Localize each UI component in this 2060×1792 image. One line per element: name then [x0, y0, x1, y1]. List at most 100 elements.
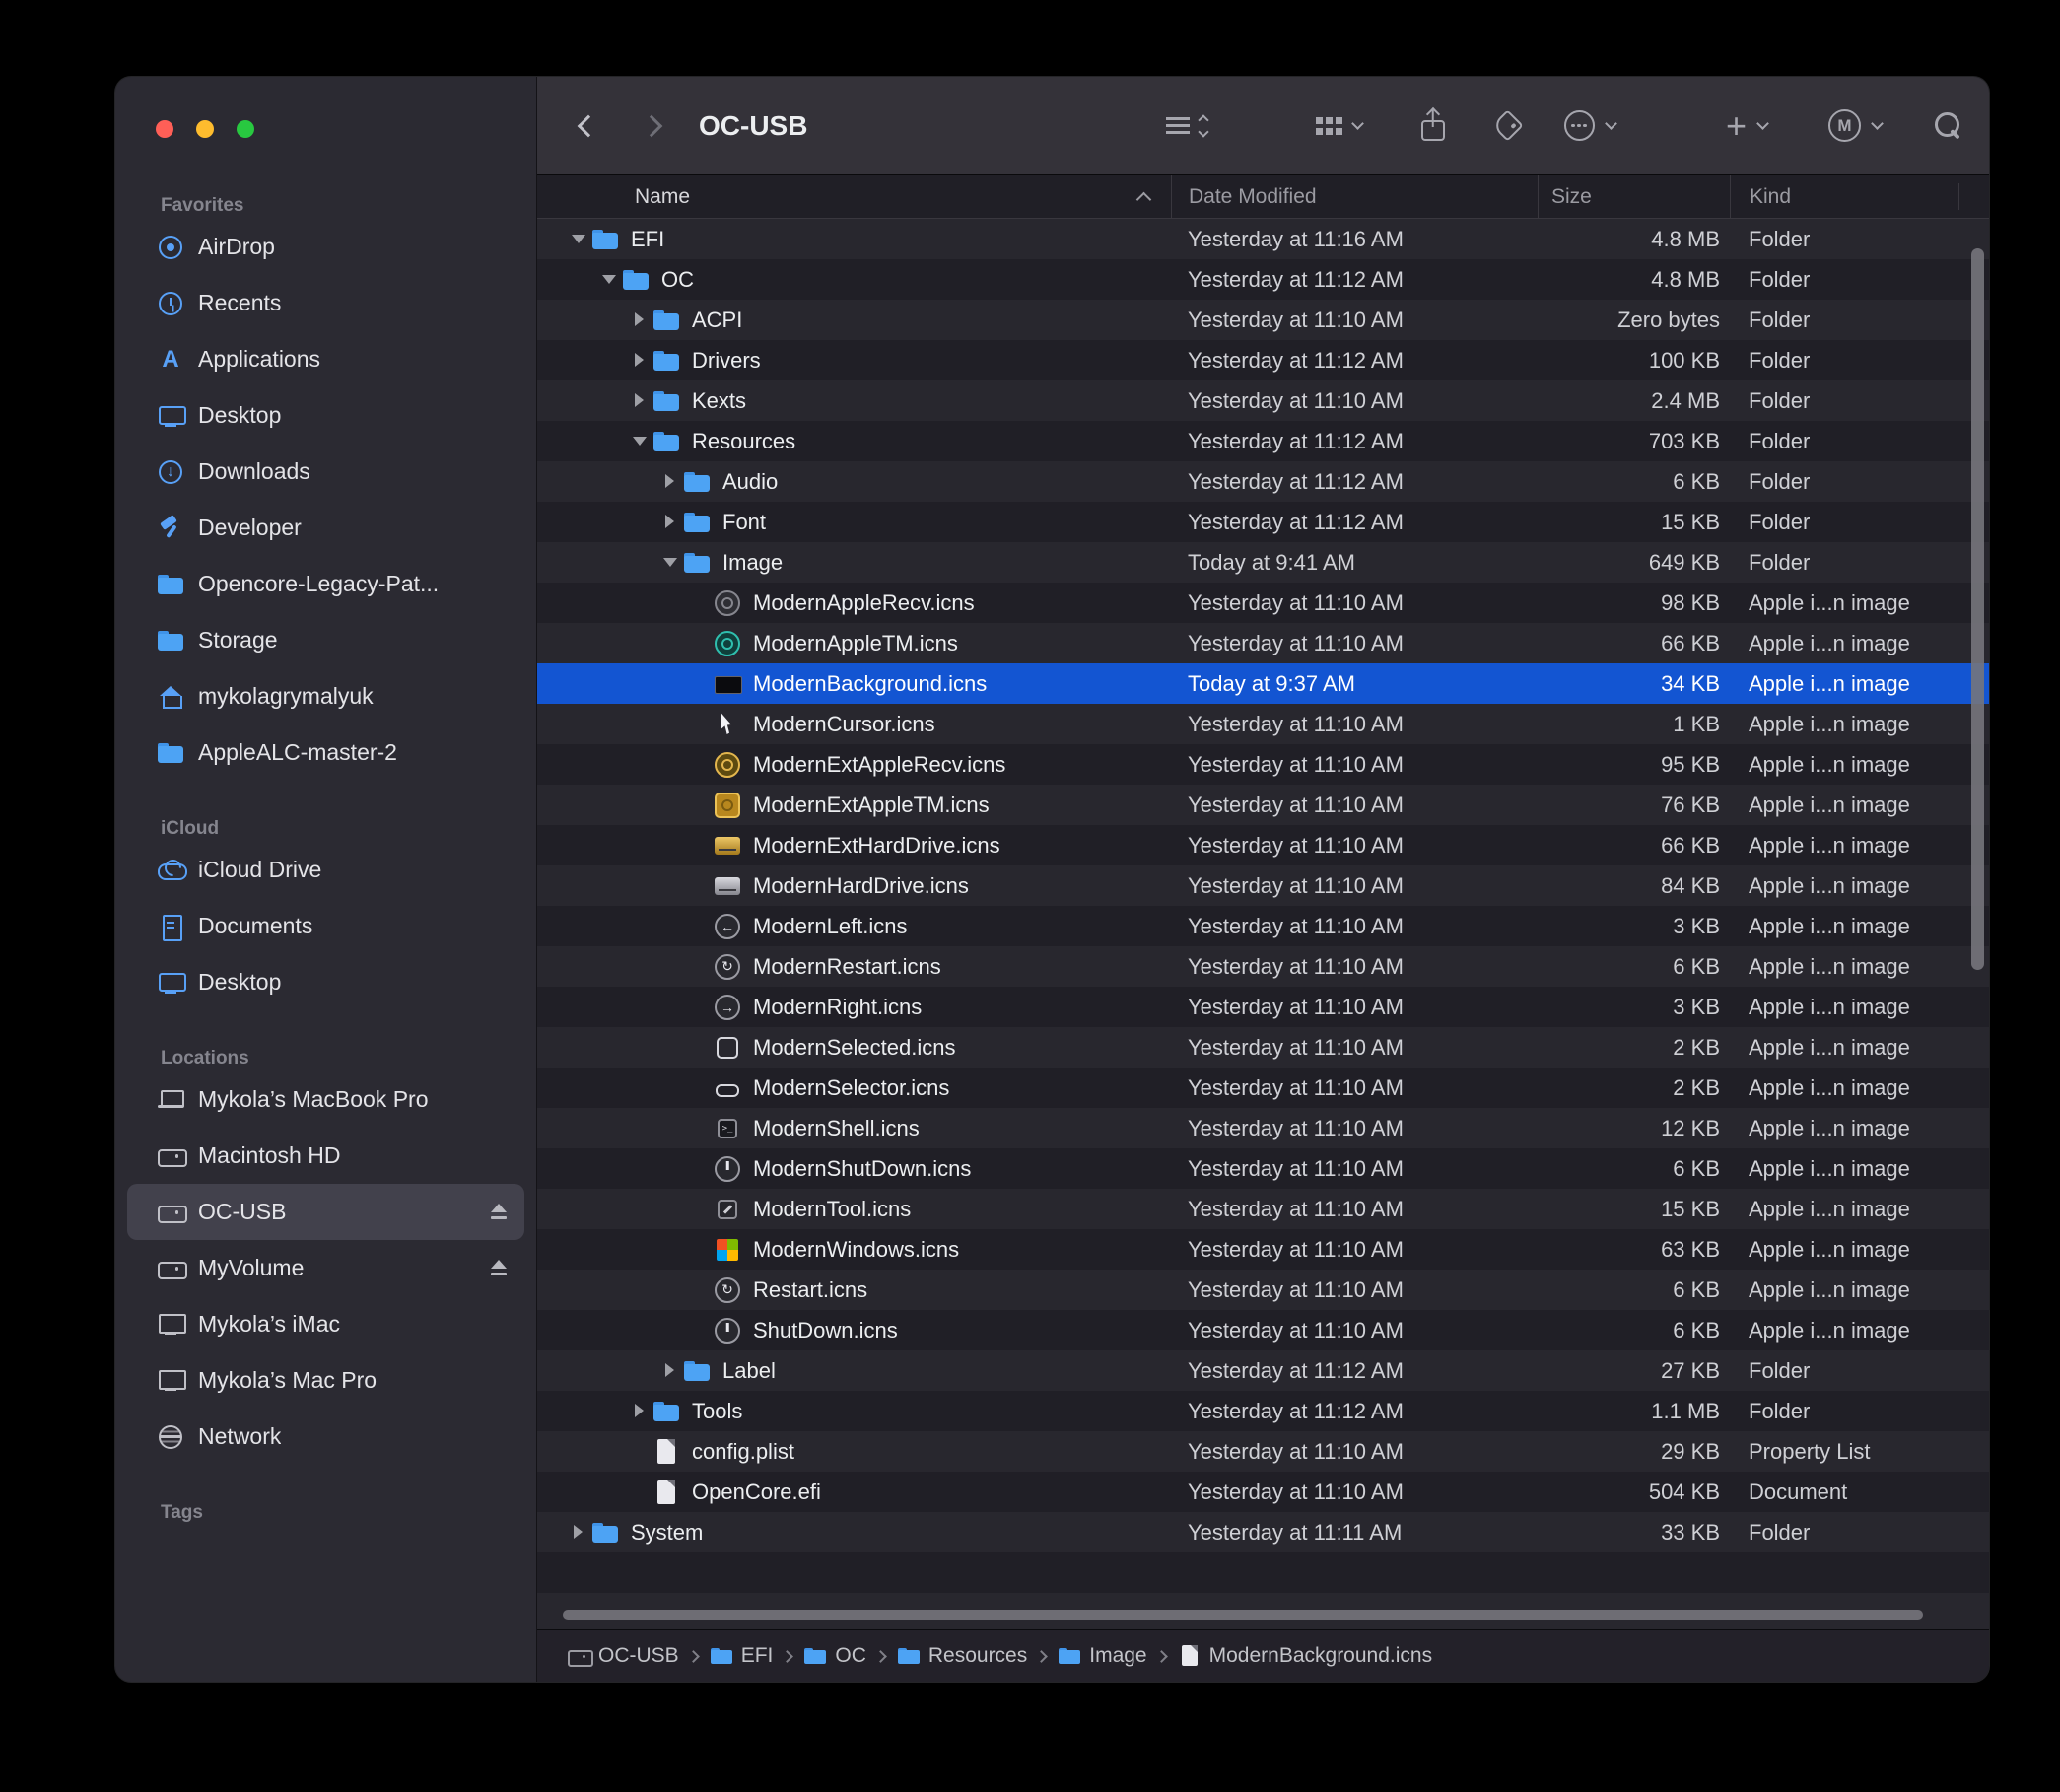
file-row[interactable]: ModernShell.icnsYesterday at 11:10 AM12 …: [537, 1108, 1989, 1148]
column-header-name[interactable]: Name: [537, 175, 1171, 218]
file-row[interactable]: ModernExtAppleRecv.icnsYesterday at 11:1…: [537, 744, 1989, 785]
disclosure-triangle[interactable]: [658, 502, 684, 542]
file-row[interactable]: ModernAppleRecv.icnsYesterday at 11:10 A…: [537, 583, 1989, 623]
column-header-date-modified[interactable]: Date Modified: [1171, 175, 1538, 218]
zoom-button[interactable]: [237, 120, 254, 138]
file-row[interactable]: ModernCursor.icnsYesterday at 11:10 AM1 …: [537, 704, 1989, 744]
disclosure-triangle[interactable]: [567, 1512, 592, 1552]
sidebar-item-applications[interactable]: Applications: [127, 331, 524, 387]
sidebar-item-desktop[interactable]: Desktop: [127, 954, 524, 1010]
sidebar-item-mykola-s-macbook-pro[interactable]: Mykola’s MacBook Pro: [127, 1071, 524, 1128]
sidebar-item-macintosh-hd[interactable]: Macintosh HD: [127, 1128, 524, 1184]
list-view-icon: [1166, 117, 1190, 134]
file-size: 6 KB: [1538, 469, 1730, 495]
group-button[interactable]: [1316, 123, 1362, 128]
file-row[interactable]: ModernExtAppleTM.icnsYesterday at 11:10 …: [537, 785, 1989, 825]
minimize-button[interactable]: [196, 120, 214, 138]
disclosure-triangle[interactable]: [628, 421, 653, 461]
sidebar-item-downloads[interactable]: Downloads: [127, 444, 524, 500]
path-item-oc-usb[interactable]: OC-USB: [567, 1644, 679, 1668]
file-kind: Folder: [1730, 1358, 1989, 1384]
vertical-scrollbar[interactable]: [1971, 248, 1984, 970]
disclosure-triangle[interactable]: [628, 340, 653, 380]
file-row[interactable]: config.plistYesterday at 11:10 AM29 KBPr…: [537, 1431, 1989, 1472]
sidebar-item-storage[interactable]: Storage: [127, 612, 524, 668]
file-name: OpenCore.efi: [692, 1480, 821, 1505]
forward-button[interactable]: [644, 118, 659, 134]
tags-button[interactable]: [1491, 109, 1524, 142]
file-row[interactable]: ModernHardDrive.icnsYesterday at 11:10 A…: [537, 865, 1989, 906]
sidebar-item-applealc-master-2[interactable]: AppleALC-master-2: [127, 724, 524, 781]
new-item-button[interactable]: [1726, 112, 1747, 140]
more-actions-button[interactable]: [1564, 110, 1595, 141]
disclosure-triangle[interactable]: [597, 259, 623, 300]
file-row[interactable]: AudioYesterday at 11:12 AM6 KBFolder: [537, 461, 1989, 502]
eject-icon[interactable]: [487, 1201, 511, 1224]
sidebar-item-mykola-s-imac[interactable]: Mykola’s iMac: [127, 1296, 524, 1352]
close-button[interactable]: [156, 120, 173, 138]
file-row[interactable]: ModernSelector.icnsYesterday at 11:10 AM…: [537, 1068, 1989, 1108]
sidebar-item-icloud-drive[interactable]: iCloud Drive: [127, 842, 524, 898]
column-header-kind[interactable]: Kind: [1730, 175, 1989, 218]
file-row[interactable]: ShutDown.icnsYesterday at 11:10 AM6 KBAp…: [537, 1310, 1989, 1350]
file-row[interactable]: ModernRight.icnsYesterday at 11:10 AM3 K…: [537, 987, 1989, 1027]
sidebar-item-airdrop[interactable]: AirDrop: [127, 219, 524, 275]
file-row[interactable]: ModernAppleTM.icnsYesterday at 11:10 AM6…: [537, 623, 1989, 663]
file-row[interactable]: ModernWindows.icnsYesterday at 11:10 AM6…: [537, 1229, 1989, 1270]
file-row[interactable]: KextsYesterday at 11:10 AM2.4 MBFolder: [537, 380, 1989, 421]
file-row[interactable]: ModernBackground.icnsToday at 9:37 AM34 …: [537, 663, 1989, 704]
share-button[interactable]: [1419, 109, 1447, 143]
file-row[interactable]: OCYesterday at 11:12 AM4.8 MBFolder: [537, 259, 1989, 300]
disclosure-triangle[interactable]: [658, 1350, 684, 1391]
path-item-modernbackground-icns[interactable]: ModernBackground.icns: [1178, 1644, 1432, 1668]
file-row[interactable]: ModernLeft.icnsYesterday at 11:10 AM3 KB…: [537, 906, 1989, 946]
sidebar-item-mykolagrymalyuk[interactable]: mykolagrymalyuk: [127, 668, 524, 724]
file-row[interactable]: FontYesterday at 11:12 AM15 KBFolder: [537, 502, 1989, 542]
file-row[interactable]: SystemYesterday at 11:11 AM33 KBFolder: [537, 1512, 1989, 1552]
eject-icon[interactable]: [487, 1257, 511, 1280]
file-date: Yesterday at 11:10 AM: [1171, 308, 1538, 333]
sidebar-item-desktop[interactable]: Desktop: [127, 387, 524, 444]
disclosure-triangle[interactable]: [628, 380, 653, 421]
file-row[interactable]: LabelYesterday at 11:12 AM27 KBFolder: [537, 1350, 1989, 1391]
path-item-resources[interactable]: Resources: [897, 1644, 1027, 1668]
sidebar-item-network[interactable]: Network: [127, 1409, 524, 1465]
column-header-size[interactable]: Size: [1538, 175, 1730, 218]
view-options-button[interactable]: [1166, 116, 1207, 136]
file-row[interactable]: ModernExtHardDrive.icnsYesterday at 11:1…: [537, 825, 1989, 865]
file-row[interactable]: ModernSelected.icnsYesterday at 11:10 AM…: [537, 1027, 1989, 1068]
file-row[interactable]: ImageToday at 9:41 AM649 KBFolder: [537, 542, 1989, 583]
disclosure-triangle[interactable]: [628, 300, 653, 340]
file-row[interactable]: ToolsYesterday at 11:12 AM1.1 MBFolder: [537, 1391, 1989, 1431]
file-row[interactable]: ModernShutDown.icnsYesterday at 11:10 AM…: [537, 1148, 1989, 1189]
path-item-image[interactable]: Image: [1058, 1644, 1146, 1668]
disclosure-triangle[interactable]: [567, 219, 592, 259]
path-item-oc[interactable]: OC: [803, 1644, 866, 1668]
sidebar-item-developer[interactable]: Developer: [127, 500, 524, 556]
sidebar-item-myvolume[interactable]: MyVolume: [127, 1240, 524, 1296]
drive-icon: [157, 1255, 184, 1282]
file-row[interactable]: ModernTool.icnsYesterday at 11:10 AM15 K…: [537, 1189, 1989, 1229]
file-row[interactable]: ModernRestart.icnsYesterday at 11:10 AM6…: [537, 946, 1989, 987]
file-row[interactable]: ACPIYesterday at 11:10 AMZero bytesFolde…: [537, 300, 1989, 340]
sidebar-item-recents[interactable]: Recents: [127, 275, 524, 331]
account-button[interactable]: M: [1828, 109, 1861, 142]
selector-pill-icon: [715, 1075, 740, 1101]
sidebar-item-oc-usb[interactable]: OC-USB: [127, 1184, 524, 1240]
file-row[interactable]: EFIYesterday at 11:16 AM4.8 MBFolder: [537, 219, 1989, 259]
disclosure-triangle[interactable]: [628, 1391, 653, 1431]
file-row[interactable]: DriversYesterday at 11:12 AM100 KBFolder: [537, 340, 1989, 380]
file-row[interactable]: OpenCore.efiYesterday at 11:10 AM504 KBD…: [537, 1472, 1989, 1512]
horizontal-scrollbar[interactable]: [563, 1610, 1923, 1620]
search-button[interactable]: [1933, 110, 1963, 141]
sidebar-item-documents[interactable]: Documents: [127, 898, 524, 954]
back-button[interactable]: [581, 118, 596, 134]
sidebar-item-opencore-legacy-pat[interactable]: Opencore-Legacy-Pat...: [127, 556, 524, 612]
disclosure-triangle[interactable]: [658, 542, 684, 583]
file-row[interactable]: ResourcesYesterday at 11:12 AM703 KBFold…: [537, 421, 1989, 461]
disclosure-triangle[interactable]: [658, 461, 684, 502]
file-row[interactable]: Restart.icnsYesterday at 11:10 AM6 KBApp…: [537, 1270, 1989, 1310]
sidebar-item-mykola-s-mac-pro[interactable]: Mykola’s Mac Pro: [127, 1352, 524, 1409]
file-kind: Apple i...n image: [1730, 873, 1989, 899]
path-item-efi[interactable]: EFI: [710, 1644, 774, 1668]
